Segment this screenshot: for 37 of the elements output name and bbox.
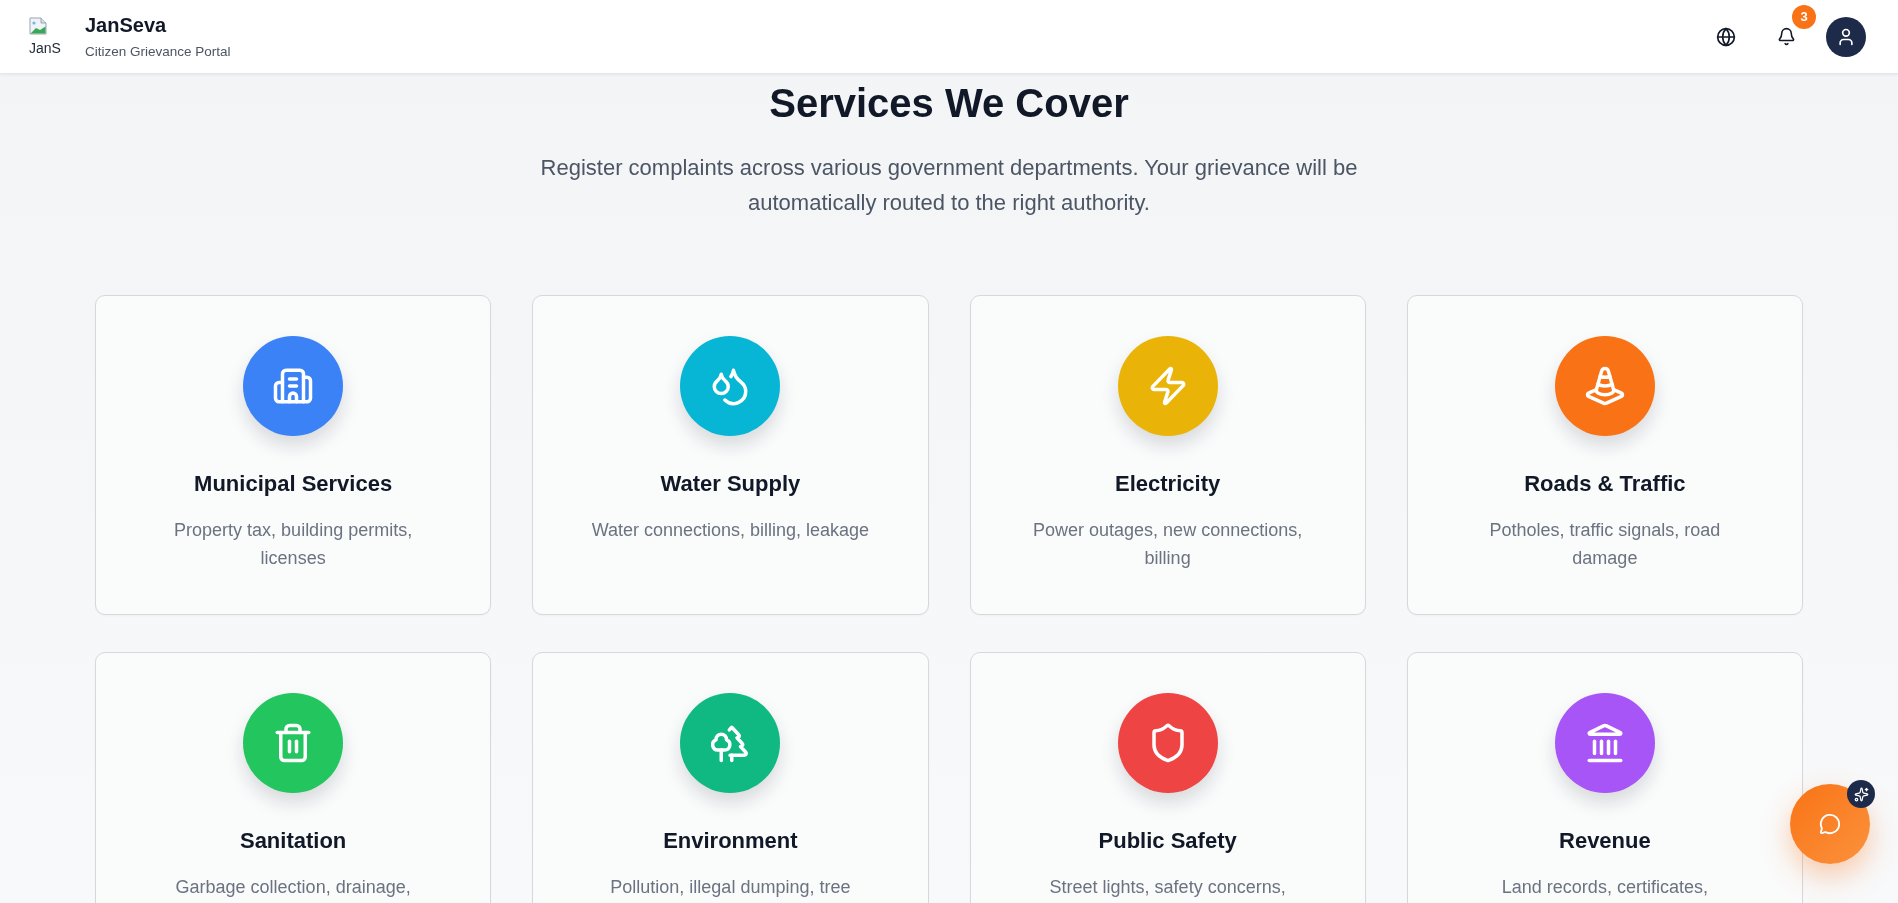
service-description: Pollution, illegal dumping, tree xyxy=(610,876,851,899)
avatar-button[interactable] xyxy=(1826,16,1866,57)
notification-count: 3 xyxy=(1792,4,1816,29)
service-description: Water connections, billing, leakage xyxy=(591,519,870,542)
brand-title: JanSeva xyxy=(85,12,168,37)
service-card[interactable]: Roads & Traffic Potholes, traffic signals, road damage xyxy=(1406,295,1803,615)
user-icon xyxy=(1836,26,1856,47)
service-title: Public Safety xyxy=(1098,827,1237,855)
service-card[interactable]: Revenue Land records, certificates, xyxy=(1406,652,1803,903)
service-title: Sanitation xyxy=(239,827,347,855)
service-description: Street lights, safety concerns, xyxy=(1049,876,1286,899)
section-title: Services We Cover xyxy=(769,80,1129,127)
service-title: Roads & Traffic xyxy=(1524,470,1686,498)
section-subtitle: Register complaints across various government departments. Your grievance will be automatically routed to the right authority. xyxy=(539,154,1359,217)
service-card[interactable]: Public Safety Street lights, safety concerns, xyxy=(969,652,1366,903)
brand-subtitle: Citizen Grievance Portal xyxy=(85,42,231,61)
service-description: Land records, certificates, xyxy=(1501,876,1708,899)
service-card[interactable]: Municipal Services Property tax, building permits, licenses xyxy=(95,295,492,615)
service-title: Water Supply xyxy=(660,470,801,498)
broken-image-icon xyxy=(29,17,47,35)
sparkles-icon xyxy=(1847,780,1875,808)
globe-icon xyxy=(1716,26,1736,47)
service-description: Property tax, building permits, licenses xyxy=(173,519,414,570)
service-description: Garbage collection, drainage, xyxy=(175,876,411,899)
service-title: Revenue xyxy=(1559,827,1651,855)
bell-icon xyxy=(1776,27,1796,46)
service-card[interactable]: Sanitation Garbage collection, drainage, xyxy=(95,652,492,903)
service-title: Municipal Services xyxy=(194,470,393,498)
chat-icon xyxy=(1819,813,1841,835)
service-card[interactable]: Electricity Power outages, new connections, billing xyxy=(969,295,1366,615)
service-title: Electricity xyxy=(1115,470,1221,498)
service-title: Environment xyxy=(663,827,798,855)
service-description: Potholes, traffic signals, road damage xyxy=(1488,519,1722,570)
logo-alt-text: JanS xyxy=(29,41,61,56)
service-description: Power outages, new connections, billing xyxy=(1032,519,1304,570)
service-card[interactable]: Water Supply Water connections, billing, leakage xyxy=(532,295,929,615)
service-card[interactable]: Environment Pollution, illegal dumping, tree xyxy=(532,652,929,903)
